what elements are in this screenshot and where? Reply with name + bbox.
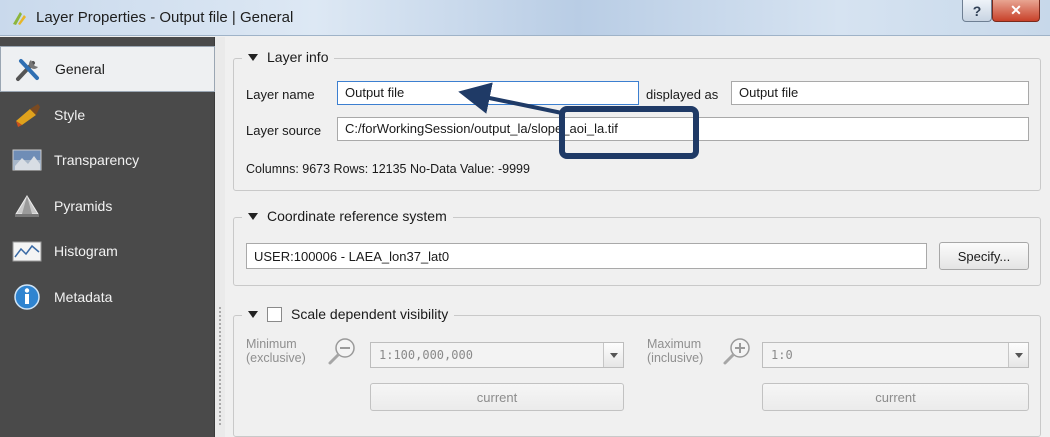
- group-title: Layer info: [267, 49, 329, 65]
- pyramids-icon: [15, 195, 39, 217]
- histogram-icon: [12, 241, 42, 262]
- qgis-logo-icon: [13, 12, 26, 25]
- sidebar-item-label: Pyramids: [54, 198, 113, 214]
- layer-info-header[interactable]: Layer info: [242, 49, 335, 65]
- sidebar-item-metadata[interactable]: Metadata: [0, 274, 215, 320]
- crs-header[interactable]: Coordinate reference system: [242, 208, 453, 224]
- panel-splitter[interactable]: [215, 37, 225, 437]
- minimum-scale-value: 1:100,000,000: [379, 348, 473, 362]
- chevron-down-icon[interactable]: [1008, 343, 1028, 367]
- layer-source-label: Layer source: [246, 123, 322, 138]
- maximum-label-line1: Maximum: [647, 337, 702, 351]
- group-title: Scale dependent visibility: [291, 306, 449, 322]
- layer-name-input[interactable]: Output file: [337, 81, 639, 105]
- minimum-current-button[interactable]: current: [370, 383, 624, 411]
- paintbrush-icon: [16, 104, 40, 127]
- sidebar-item-histogram[interactable]: Histogram: [0, 228, 215, 274]
- tools-icon: [16, 59, 39, 81]
- sidebar-item-general[interactable]: General: [0, 46, 215, 92]
- maximum-label-line2: (inclusive): [647, 351, 704, 365]
- collapse-caret-icon: [248, 53, 258, 61]
- zoom-in-icon: [723, 338, 750, 365]
- sidebar-item-pyramids[interactable]: Pyramids: [0, 183, 215, 229]
- general-page: Layer info Layer name Output file displa…: [225, 37, 1050, 437]
- minimum-label-line2: (exclusive): [246, 351, 306, 365]
- scale-visibility-group: Scale dependent visibility Minimum (excl…: [233, 306, 1041, 437]
- minimum-scale-combo[interactable]: 1:100,000,000: [370, 342, 624, 368]
- collapse-caret-icon: [248, 310, 258, 318]
- sidebar: General Style Transparency Pyramids Hist…: [0, 37, 215, 437]
- collapse-caret-icon: [248, 212, 258, 220]
- layer-info-group: Layer info Layer name Output file displa…: [233, 49, 1041, 191]
- scale-visibility-header[interactable]: Scale dependent visibility: [242, 306, 455, 322]
- minimum-label: Minimum (exclusive): [246, 337, 306, 365]
- chevron-down-icon[interactable]: [603, 343, 623, 367]
- sidebar-item-label: Style: [54, 107, 86, 123]
- sidebar-item-style[interactable]: Style: [0, 92, 215, 138]
- zoom-out-icon: [328, 338, 355, 365]
- window-title: Layer Properties - Output file | General: [36, 9, 294, 26]
- help-button[interactable]: ?: [962, 0, 992, 22]
- crs-input[interactable]: USER:100006 - LAEA_lon37_lat0: [246, 243, 927, 269]
- transparency-icon: [12, 149, 42, 171]
- specify-crs-button[interactable]: Specify...: [939, 242, 1029, 270]
- info-icon: [14, 284, 40, 310]
- sidebar-item-transparency[interactable]: Transparency: [0, 137, 215, 183]
- maximum-current-button[interactable]: current: [762, 383, 1029, 411]
- layer-name-label: Layer name: [246, 87, 315, 102]
- layer-source-input[interactable]: C:/forWorkingSession/output_la/slope_aoi…: [337, 117, 1029, 141]
- sidebar-item-label: Metadata: [54, 289, 113, 305]
- maximum-scale-value: 1:0: [771, 348, 793, 362]
- raster-stats-text: Columns: 9673 Rows: 12135 No-Data Value:…: [246, 162, 530, 176]
- group-title: Coordinate reference system: [267, 208, 447, 224]
- displayed-as-input[interactable]: Output file: [731, 81, 1029, 105]
- maximum-scale-combo[interactable]: 1:0: [762, 342, 1029, 368]
- title-bar: Layer Properties - Output file | General…: [0, 0, 1050, 36]
- displayed-as-label: displayed as: [646, 87, 719, 102]
- maximum-label: Maximum (inclusive): [647, 337, 703, 365]
- sidebar-item-label: General: [55, 61, 105, 77]
- scale-visibility-checkbox[interactable]: [267, 306, 282, 322]
- crs-group: Coordinate reference system USER:100006 …: [233, 208, 1041, 286]
- close-button[interactable]: ✕: [992, 0, 1040, 22]
- sidebar-item-label: Histogram: [54, 243, 118, 259]
- minimum-label-line1: Minimum: [246, 337, 297, 351]
- sidebar-item-label: Transparency: [54, 152, 140, 168]
